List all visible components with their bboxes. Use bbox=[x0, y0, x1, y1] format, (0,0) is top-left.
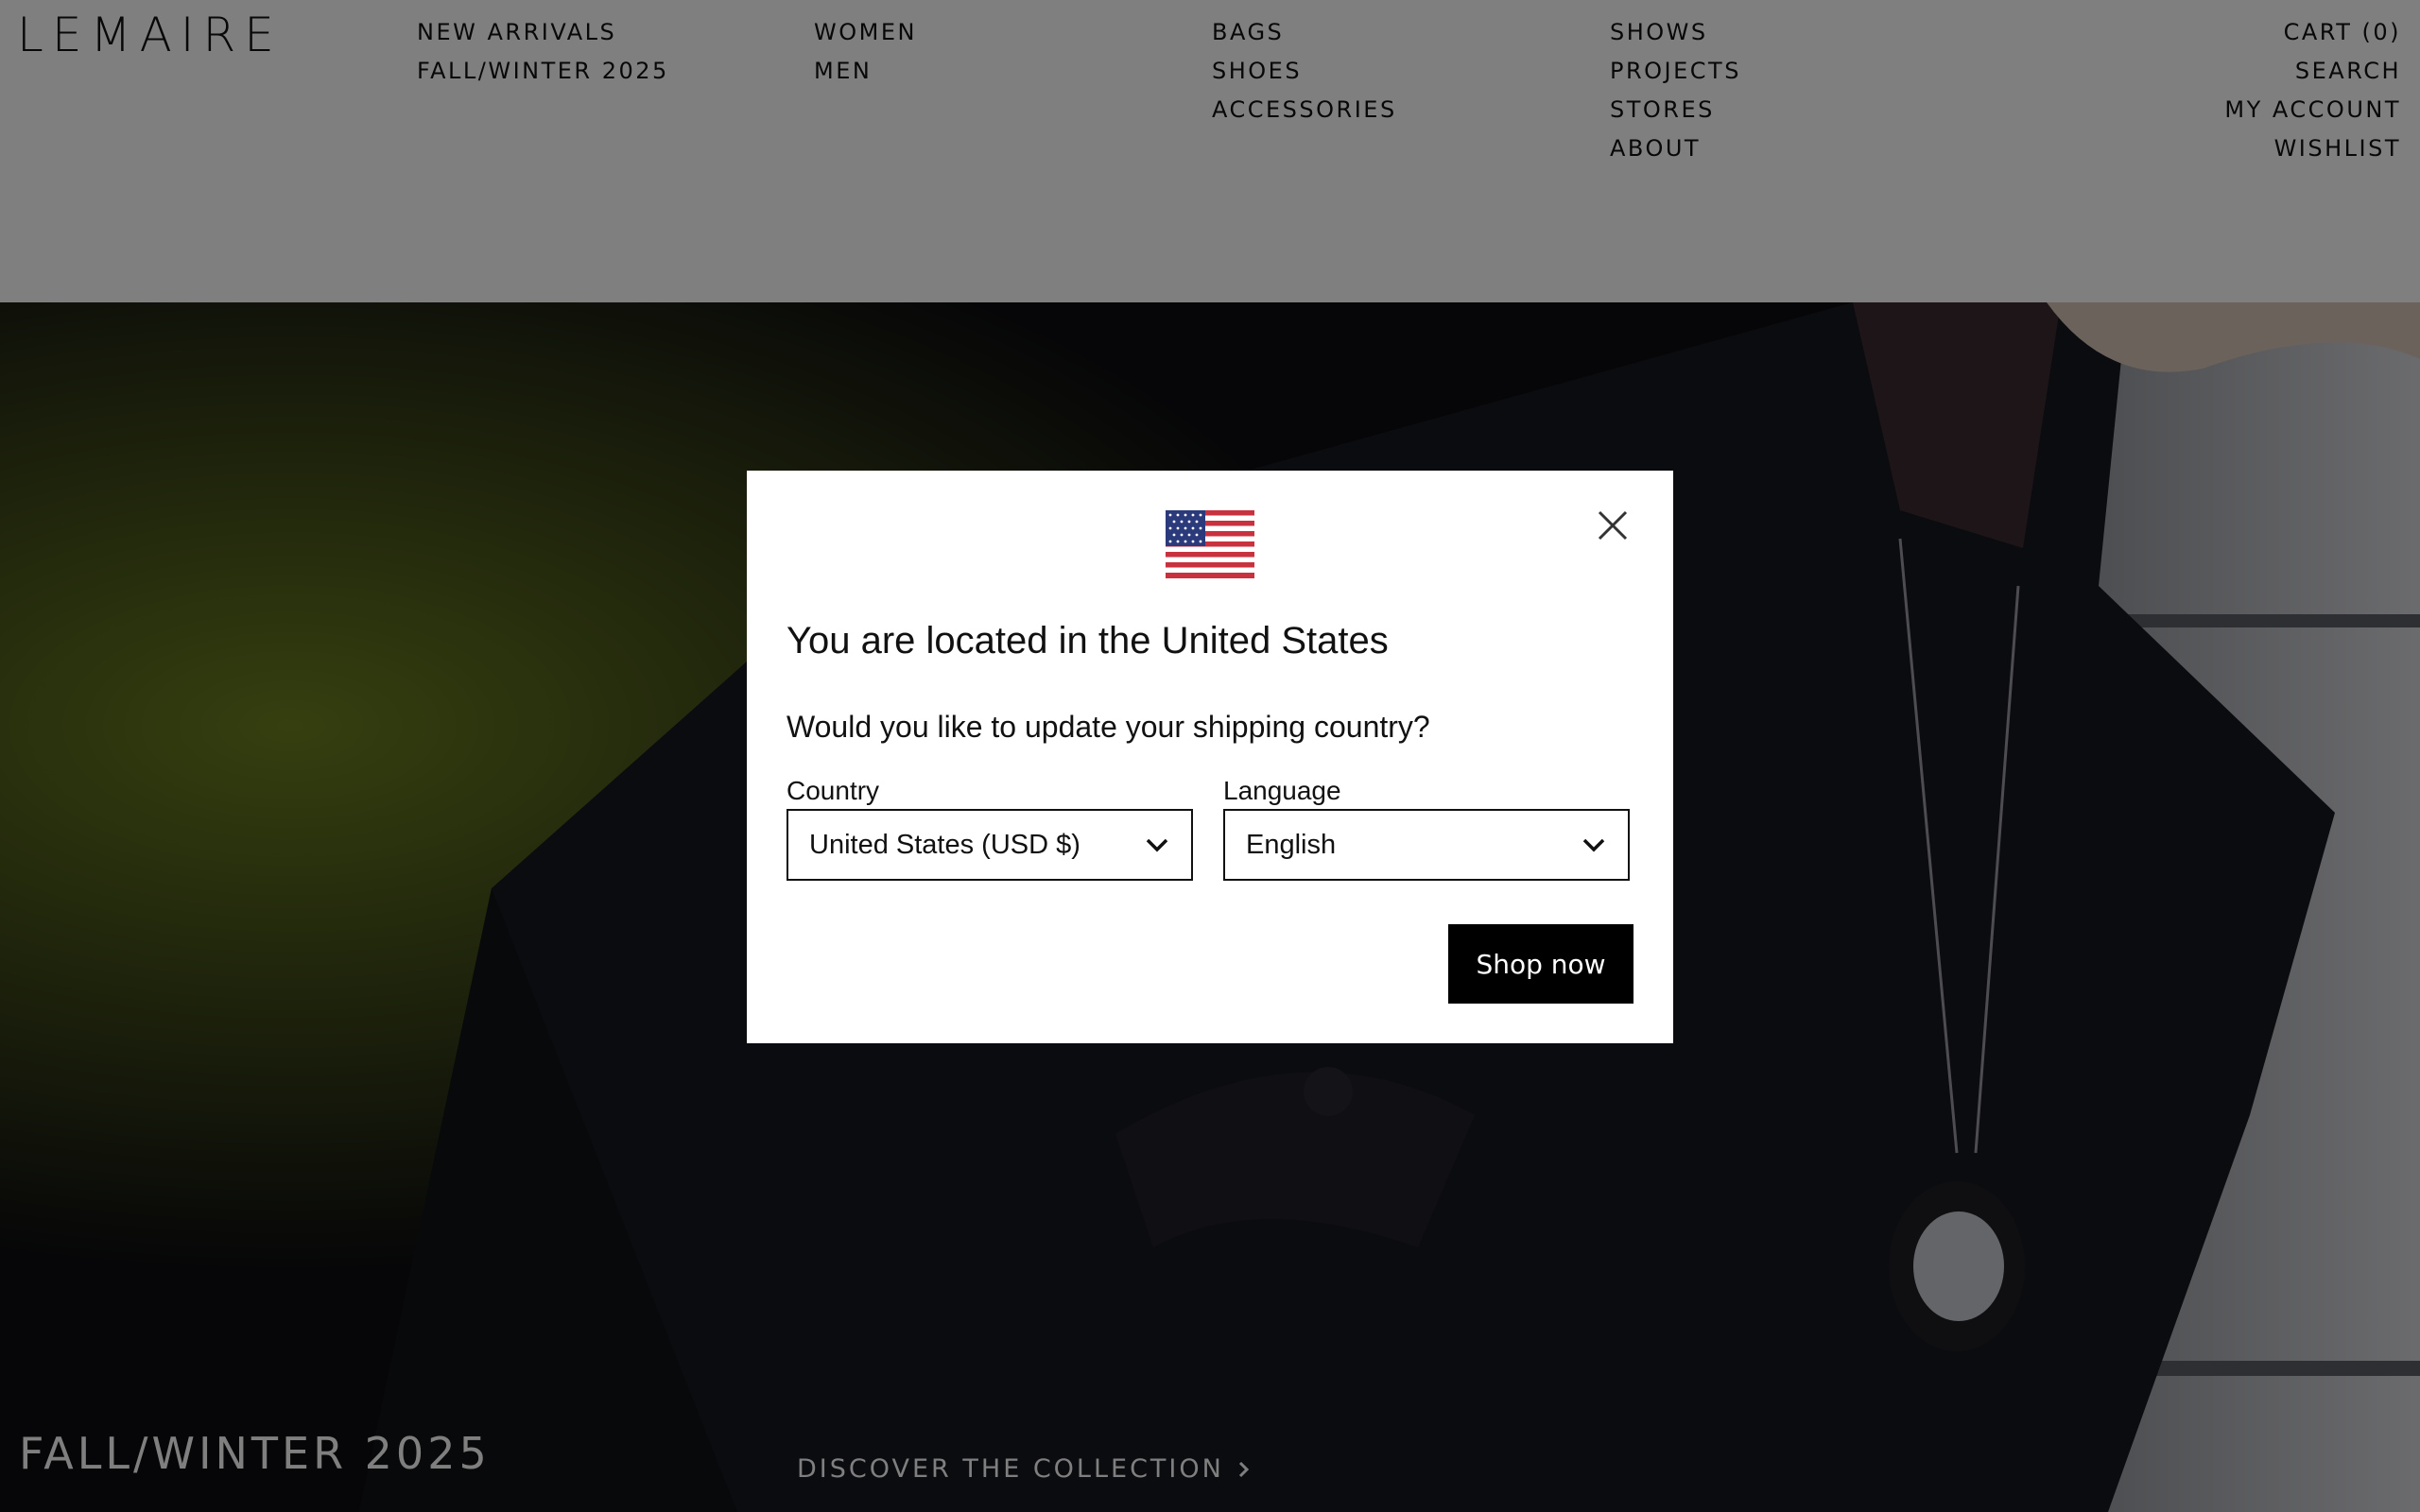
language-select-value: English bbox=[1246, 829, 1337, 860]
modal-title: You are located in the United States bbox=[786, 620, 1389, 662]
us-flag-icon bbox=[1166, 510, 1254, 578]
chevron-down-icon bbox=[1146, 838, 1168, 852]
language-select[interactable]: English bbox=[1223, 809, 1630, 881]
modal-question: Would you like to update your shipping c… bbox=[786, 710, 1430, 744]
country-select-value: United States (USD $) bbox=[809, 829, 1080, 860]
country-label: Country bbox=[786, 776, 880, 805]
location-modal: You are located in the United States Wou… bbox=[747, 471, 1673, 1043]
country-select[interactable]: United States (USD $) bbox=[786, 809, 1193, 881]
chevron-down-icon bbox=[1582, 838, 1605, 852]
language-label: Language bbox=[1223, 776, 1341, 805]
shop-now-button[interactable]: Shop now bbox=[1448, 924, 1634, 1004]
close-icon[interactable] bbox=[1596, 508, 1630, 542]
